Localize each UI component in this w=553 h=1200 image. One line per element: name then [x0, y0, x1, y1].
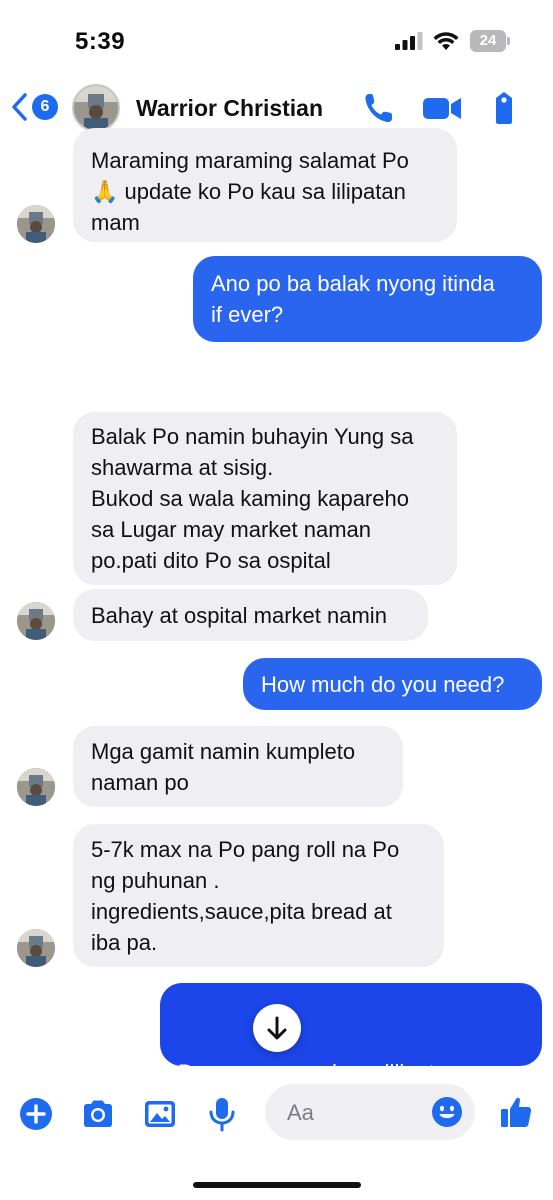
incoming-message[interactable]: 5-7k max na Po pang roll na Po ng puhuna…: [73, 824, 444, 967]
back-button[interactable]: 6: [10, 90, 60, 124]
video-call-icon[interactable]: [421, 90, 463, 126]
contact-name[interactable]: Warrior Christian: [136, 95, 323, 122]
incoming-message[interactable]: Balak Po namin buhayin Yung sa shawarma …: [73, 412, 457, 585]
emoji-icon[interactable]: [431, 1096, 463, 1128]
status-bar: 5:39 24: [0, 0, 553, 80]
incoming-message[interactable]: Bahay at ospital market namin: [73, 589, 428, 641]
message-input[interactable]: Aa: [265, 1084, 475, 1140]
phone-call-icon[interactable]: [362, 90, 396, 126]
outgoing-message[interactable]: Doon ya wede sa lilipatan nyo if ever?: [160, 983, 542, 1178]
home-indicator: [193, 1182, 361, 1188]
tag-icon[interactable]: [488, 90, 520, 126]
battery-level: 24: [470, 30, 506, 52]
plus-icon[interactable]: [18, 1096, 54, 1132]
status-time: 5:39: [75, 28, 126, 55]
avatar[interactable]: [17, 768, 55, 806]
avatar[interactable]: [17, 602, 55, 640]
chevron-left-icon: [12, 93, 27, 121]
cellular-signal-icon: [395, 32, 423, 50]
arrow-down-icon: [267, 1016, 287, 1040]
camera-icon[interactable]: [80, 1096, 116, 1132]
thumbs-up-icon[interactable]: [498, 1094, 534, 1130]
contact-avatar[interactable]: [72, 84, 120, 132]
message-input-placeholder: Aa: [287, 1100, 314, 1125]
wifi-icon: [433, 32, 459, 50]
incoming-message[interactable]: Mga gamit namin kumpleto naman po: [73, 726, 403, 807]
battery-icon: 24: [470, 30, 510, 52]
unread-count-badge: 6: [32, 94, 58, 120]
photo-icon[interactable]: [142, 1096, 178, 1132]
outgoing-message[interactable]: Ano po ba balak nyong itinda if ever?: [193, 256, 542, 342]
avatar[interactable]: [17, 205, 55, 243]
avatar[interactable]: [17, 929, 55, 967]
scroll-to-bottom-button[interactable]: [253, 1004, 301, 1052]
message-composer: Aa: [0, 1080, 553, 1150]
outgoing-message[interactable]: How much do you need?: [243, 658, 542, 710]
incoming-message[interactable]: Maraming maraming salamat Po 🙏 update ko…: [73, 128, 457, 242]
contact-photo: [74, 86, 118, 130]
microphone-icon[interactable]: [204, 1096, 240, 1132]
